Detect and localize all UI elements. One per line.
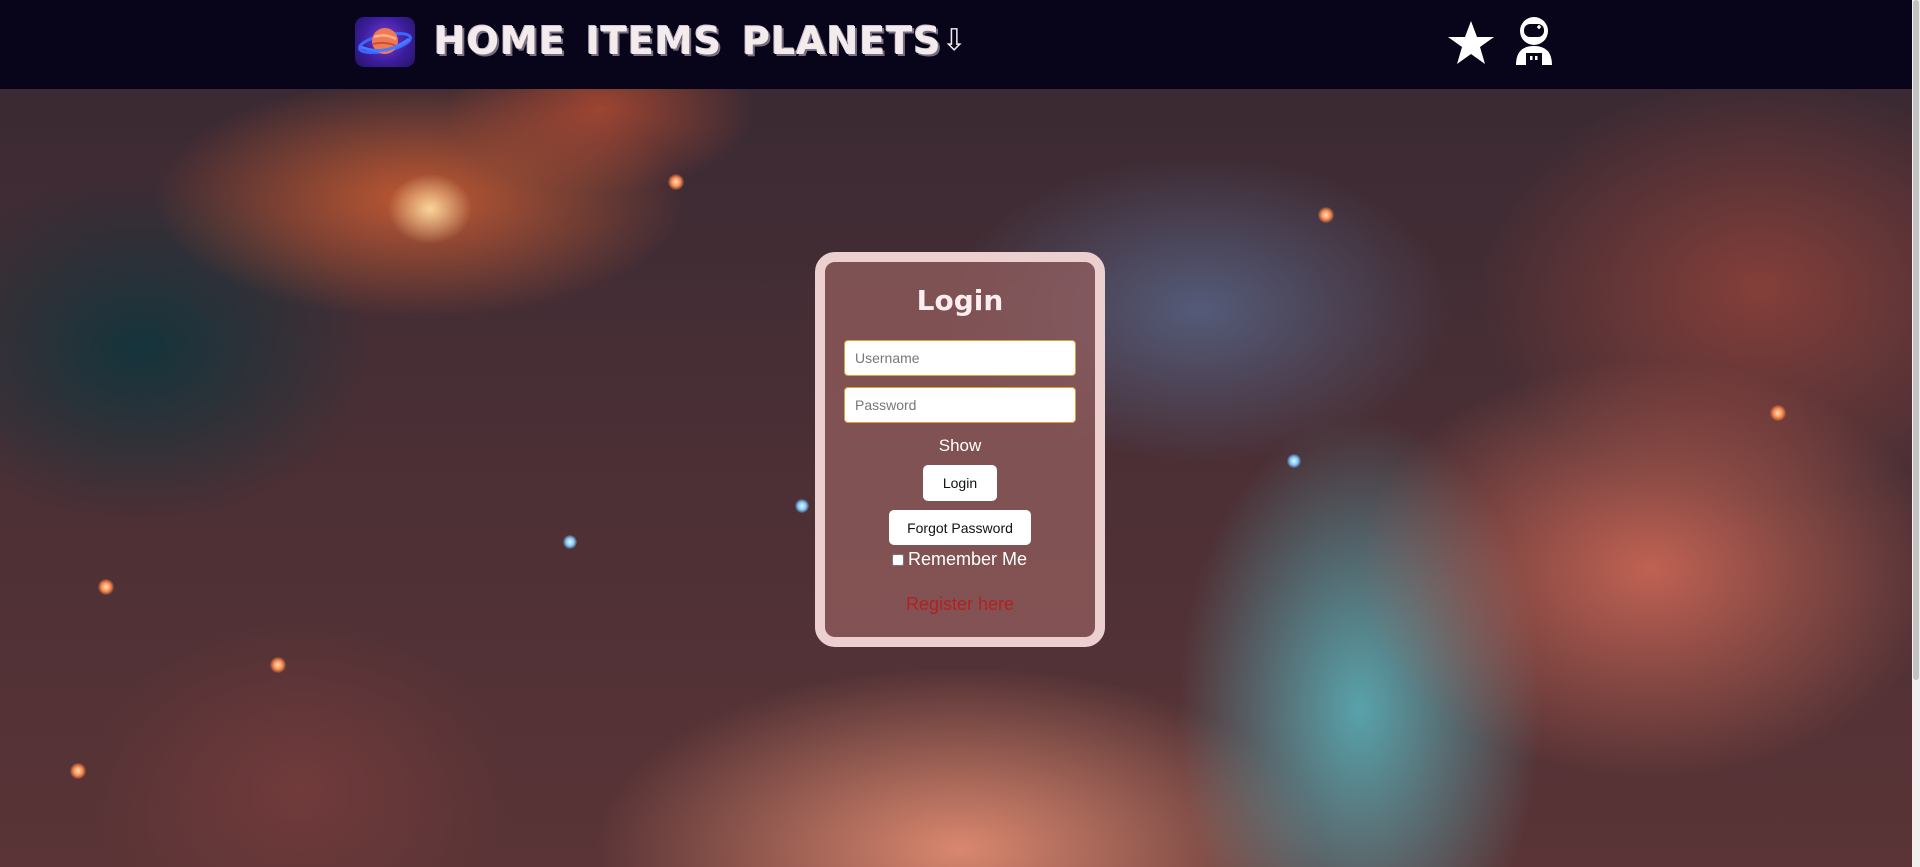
background-star (270, 657, 286, 673)
background-star (563, 535, 577, 549)
remember-me-label: Remember Me (908, 549, 1028, 569)
nav-item-items[interactable]: ITEMS (586, 16, 722, 66)
background-star (98, 579, 114, 595)
password-input[interactable] (844, 387, 1076, 423)
background-star (1318, 207, 1334, 223)
main-nav: HOME ITEMS PLANETS ⇩ (434, 16, 967, 66)
login-button[interactable]: Login (923, 465, 997, 501)
background-star (70, 763, 86, 779)
nav-item-home[interactable]: HOME (434, 16, 566, 66)
login-card: Login Show Login Forgot Password Remembe… (815, 252, 1105, 647)
planet-logo-icon[interactable] (355, 17, 415, 67)
top-navbar: HOME ITEMS PLANETS ⇩ (0, 0, 1912, 89)
register-link[interactable]: Register here (825, 594, 1095, 615)
background-star (668, 174, 684, 190)
show-password-toggle[interactable]: Show (825, 436, 1095, 456)
star-icon[interactable] (1446, 18, 1496, 68)
background-star (795, 499, 809, 513)
username-input[interactable] (844, 340, 1076, 376)
login-title: Login (916, 284, 1004, 317)
page-scrollbar-thumb[interactable] (1913, 0, 1919, 680)
planets-dropdown-arrow-icon[interactable]: ⇩ (942, 16, 967, 66)
remember-me-checkbox[interactable] (892, 553, 904, 566)
remember-me[interactable]: Remember Me (892, 549, 1027, 570)
astronaut-icon[interactable] (1510, 15, 1558, 67)
background-star (1770, 405, 1786, 421)
forgot-password-button[interactable]: Forgot Password (889, 510, 1031, 545)
background-star (1287, 454, 1301, 468)
nav-item-planets[interactable]: PLANETS (742, 16, 942, 66)
